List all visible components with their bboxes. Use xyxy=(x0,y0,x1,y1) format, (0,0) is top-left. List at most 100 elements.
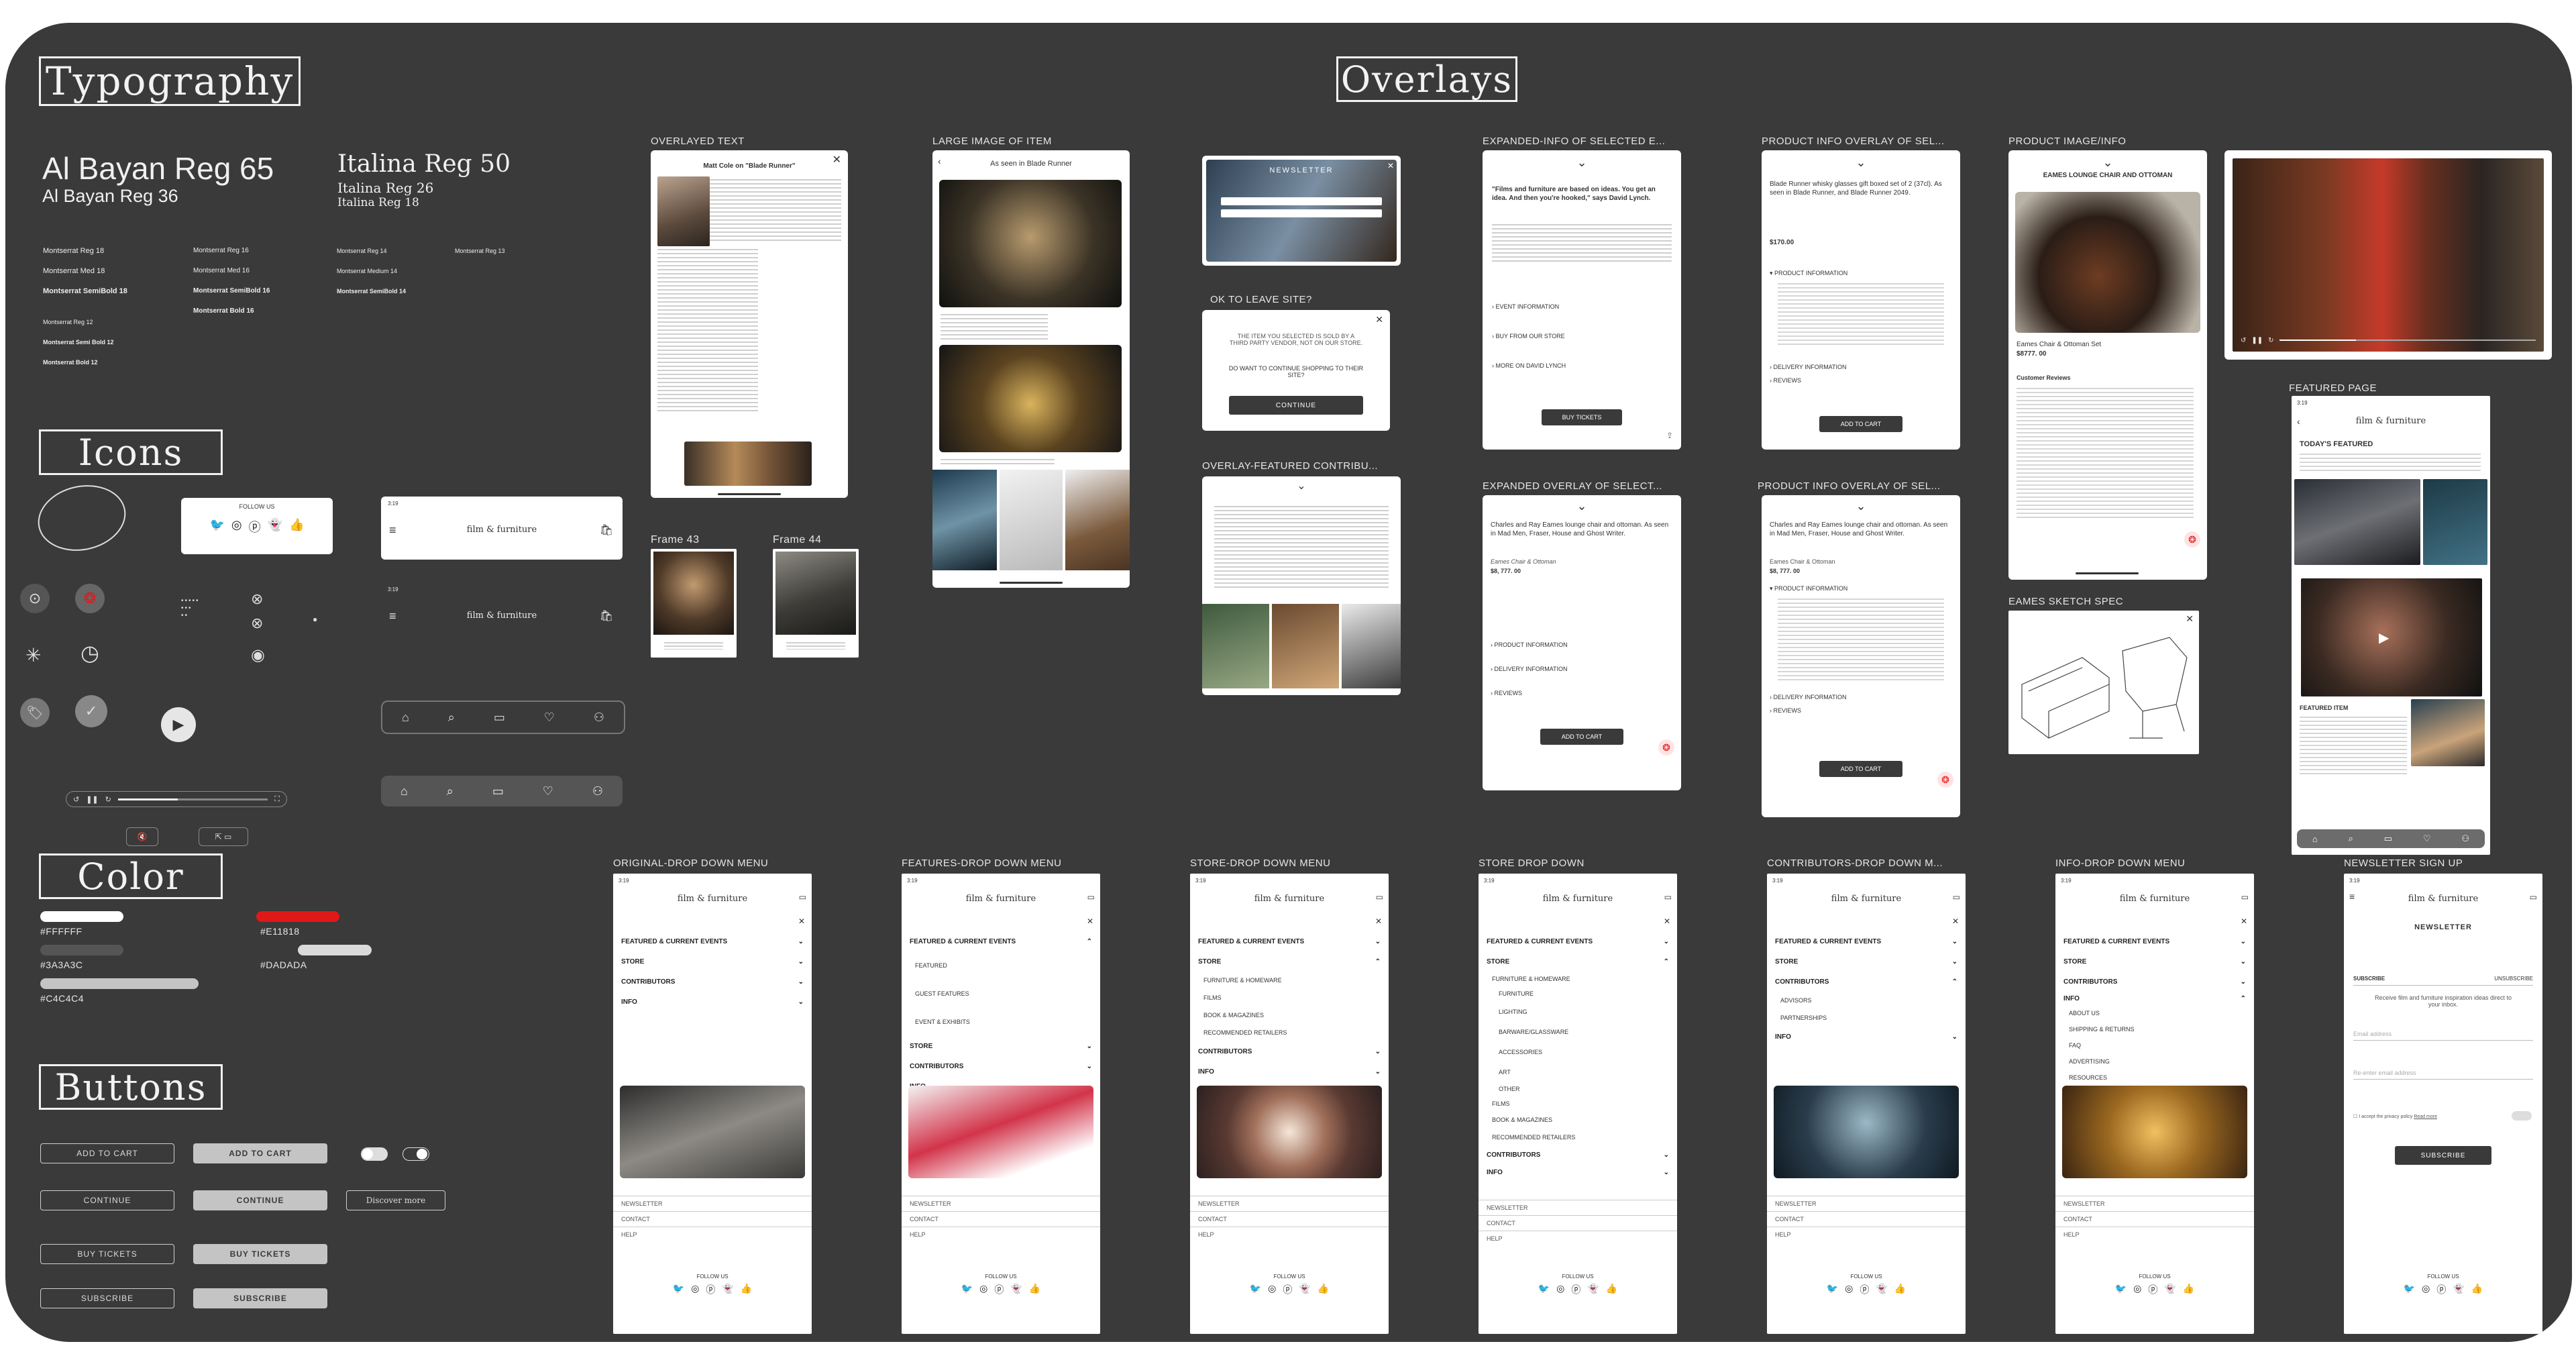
email-field[interactable] xyxy=(1221,197,1382,205)
footer-link[interactable]: HELP xyxy=(902,1227,1100,1242)
footer-link[interactable]: NEWSLETTER xyxy=(1190,1196,1389,1211)
instagram-icon[interactable]: ◎ xyxy=(2422,1283,2430,1296)
submenu-item[interactable]: BOOK & MAGAZINES xyxy=(1190,1006,1389,1024)
menu-item[interactable]: STORE ⌄ xyxy=(902,1036,1100,1056)
subscribe-button-outline[interactable]: SUBSCRIBE xyxy=(40,1288,174,1308)
bag-icon[interactable]: 🛍 xyxy=(600,609,613,623)
info-row[interactable]: › REVIEWS xyxy=(1770,707,1801,714)
red-target-icon[interactable]: ❂ xyxy=(75,584,105,613)
close-icon[interactable]: ✕ xyxy=(833,153,841,166)
instagram-icon[interactable]: ◎ xyxy=(979,1283,987,1296)
search-icon[interactable]: ⌕ xyxy=(448,711,455,725)
snapchat-icon[interactable]: 👻 xyxy=(268,518,282,535)
add-to-cart-button[interactable]: ADD TO CART xyxy=(1819,416,1902,432)
info-row[interactable]: › PRODUCT INFORMATION xyxy=(1491,641,1568,648)
menu-item[interactable]: FEATURED & CURRENT EVENTS ⌃ xyxy=(902,931,1100,951)
footer-link[interactable]: CONTACT xyxy=(1190,1211,1389,1227)
snapchat-icon[interactable]: 👻 xyxy=(2164,1283,2176,1296)
expand-row[interactable]: › BUY FROM OUR STORE xyxy=(1492,333,1565,340)
snapchat-icon[interactable]: 👻 xyxy=(1299,1283,1310,1296)
submenu-item[interactable]: ABOUT US xyxy=(2055,1005,2254,1021)
footer-link[interactable]: NEWSLETTER xyxy=(613,1196,812,1211)
cast-button[interactable]: ⇱ ▭ xyxy=(199,827,248,846)
submenu-item[interactable]: ACCESSORIES xyxy=(1479,1041,1677,1063)
pause-icon[interactable]: ❚❚ xyxy=(86,795,98,804)
info-row[interactable]: › REVIEWS xyxy=(1770,377,1801,384)
close-icon[interactable]: ✕ xyxy=(1952,917,1959,926)
logo[interactable]: film & furniture xyxy=(381,525,623,535)
close-circle-icon[interactable]: ⊗ xyxy=(251,615,263,632)
red-target-icon[interactable]: ❂ xyxy=(1658,739,1674,756)
info-row[interactable]: › REVIEWS xyxy=(1491,690,1522,696)
instagram-icon[interactable]: ◎ xyxy=(2133,1283,2141,1296)
menu-item[interactable]: STORE ⌄ xyxy=(2055,951,2254,972)
snapchat-icon[interactable]: 👻 xyxy=(1010,1283,1022,1296)
bag-icon[interactable]: ▭ xyxy=(1087,892,1095,902)
home-icon[interactable]: ⌂ xyxy=(400,784,408,798)
subscribe-tab[interactable]: SUBSCRIBE xyxy=(2353,976,2385,982)
like-icon[interactable]: 👍 xyxy=(1606,1283,1617,1296)
submenu-item[interactable]: RESOURCES xyxy=(2055,1070,2254,1086)
logo[interactable]: film & furniture xyxy=(1479,894,1677,904)
logo[interactable]: film & furniture xyxy=(902,894,1100,904)
logo[interactable]: film & furniture xyxy=(613,894,812,904)
twitter-icon[interactable]: 🐦 xyxy=(961,1283,973,1296)
submenu-item[interactable]: OTHER xyxy=(1479,1082,1677,1096)
like-icon[interactable]: 👍 xyxy=(1894,1283,1906,1296)
close-icon[interactable]: ✕ xyxy=(798,917,805,926)
info-row[interactable]: › DELIVERY INFORMATION xyxy=(1491,666,1568,672)
add-to-cart-button[interactable]: ADD TO CART xyxy=(1819,761,1902,777)
twitter-icon[interactable]: 🐦 xyxy=(2115,1283,2127,1296)
footer-link[interactable]: HELP xyxy=(1190,1227,1389,1242)
like-icon[interactable]: 👍 xyxy=(741,1283,752,1296)
instagram-icon[interactable]: ◎ xyxy=(1268,1283,1276,1296)
continue-button[interactable]: CONTINUE xyxy=(1229,396,1363,415)
target-icon[interactable]: ⊙ xyxy=(20,584,50,613)
submenu-item[interactable]: GUEST FEATURES xyxy=(902,980,1100,1008)
menu-item[interactable]: STORE ⌄ xyxy=(1767,951,1966,972)
tag-icon[interactable]: 🏷 xyxy=(20,698,50,727)
chevron-down-icon[interactable]: ⌄ xyxy=(1762,156,1960,170)
submenu-item[interactable]: FILMS xyxy=(1479,1096,1677,1111)
submenu-item[interactable]: BARWARE/GLASSWARE xyxy=(1479,1023,1677,1041)
toggle-off[interactable] xyxy=(361,1147,388,1161)
logo[interactable]: film & furniture xyxy=(2055,894,2254,904)
pinterest-icon[interactable]: ⓟ xyxy=(706,1283,715,1296)
pinterest-icon[interactable]: ⓟ xyxy=(994,1283,1004,1296)
menu-item[interactable]: FEATURED & CURRENT EVENTS ⌄ xyxy=(2055,931,2254,951)
submenu-item[interactable]: FURNITURE & HOMEWARE xyxy=(1479,972,1677,986)
instagram-icon[interactable]: ◎ xyxy=(231,518,242,535)
twitter-icon[interactable]: 🐦 xyxy=(210,518,225,535)
subscribe-button[interactable]: SUBSCRIBE xyxy=(2395,1146,2491,1165)
pinterest-icon[interactable]: ⓟ xyxy=(1571,1283,1580,1296)
search-icon[interactable]: ⌕ xyxy=(2349,833,2353,844)
info-row[interactable]: › DELIVERY INFORMATION xyxy=(1770,364,1847,370)
menu-item[interactable]: CONTRIBUTORS ⌄ xyxy=(1190,1041,1389,1061)
submenu-item[interactable]: FURNITURE & HOMEWARE xyxy=(1190,972,1389,989)
pause-icon[interactable]: ❚❚ xyxy=(2251,337,2263,344)
checkbox[interactable]: ☐ xyxy=(2353,1114,2357,1119)
add-to-cart-button-outline[interactable]: ADD TO CART xyxy=(40,1143,174,1163)
bag-icon[interactable]: ▭ xyxy=(799,892,806,902)
read-more-link[interactable]: Read more xyxy=(2414,1114,2437,1119)
pinterest-icon[interactable]: ⓟ xyxy=(2436,1283,2446,1296)
pinterest-icon[interactable]: ⓟ xyxy=(1860,1283,1869,1296)
expand-row[interactable]: › MORE ON DAVID LYNCH xyxy=(1492,362,1566,369)
like-icon[interactable]: 👍 xyxy=(2471,1283,2483,1296)
user-icon[interactable]: ⚇ xyxy=(594,711,604,725)
submenu-item[interactable]: EVENT & EXHIBITS xyxy=(902,1008,1100,1036)
menu-item[interactable]: INFO ⌃ xyxy=(2055,992,2254,1005)
chevron-down-icon[interactable]: ⌄ xyxy=(1483,499,1681,513)
footer-link[interactable]: HELP xyxy=(1479,1231,1677,1246)
footer-link[interactable]: NEWSLETTER xyxy=(1479,1200,1677,1215)
menu-item[interactable]: CONTRIBUTORS ⌃ xyxy=(1767,972,1966,992)
privacy-checkbox-row[interactable]: ☐ I accept the privacy policy Read more xyxy=(2353,1114,2437,1119)
footer-link[interactable]: NEWSLETTER xyxy=(2055,1196,2254,1211)
bag-icon[interactable]: ▭ xyxy=(494,711,505,725)
user-icon[interactable]: ⚇ xyxy=(592,784,603,798)
heart-icon[interactable]: ♡ xyxy=(2423,833,2431,844)
submenu-item[interactable]: FAQ xyxy=(2055,1037,2254,1053)
close-icon[interactable]: ✕ xyxy=(1375,917,1382,926)
footer-link[interactable]: NEWSLETTER xyxy=(1767,1196,1966,1211)
like-icon[interactable]: 👍 xyxy=(1029,1283,1040,1296)
